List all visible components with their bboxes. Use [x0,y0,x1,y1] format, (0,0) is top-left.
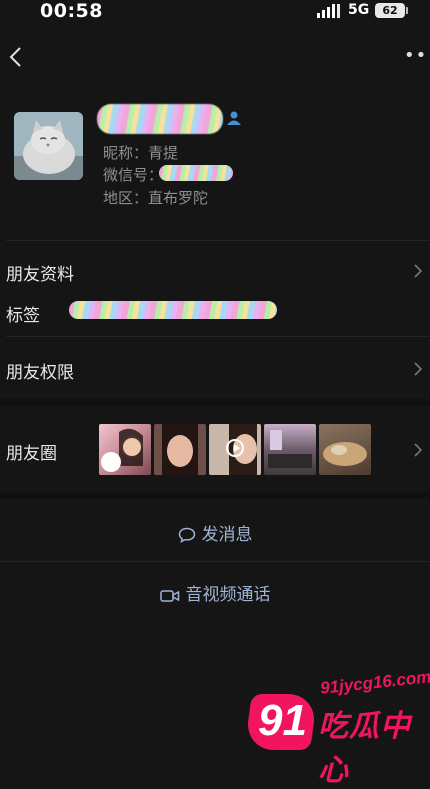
nickname-line: 昵称：青提 [103,144,179,162]
divider [6,240,430,241]
redacted-wechat-id [159,165,233,181]
watermark-brand: 吃瓜中心 [318,709,411,788]
battery-tip [406,7,408,14]
audio-video-call-label: 音视频通话 [185,585,271,605]
more-icon[interactable]: ••• [404,46,430,66]
moment-photo[interactable] [99,424,151,475]
friend-info-label[interactable]: 朋友资料 [6,260,74,285]
moments-label[interactable]: 朋友圈 [6,439,57,464]
network-label: 5G [348,2,370,18]
divider [6,336,430,337]
watermark-number: 91 [258,696,307,745]
moment-photo[interactable] [319,424,371,475]
status-time: 00:58 [40,0,103,22]
back-icon[interactable] [8,46,24,68]
moment-photo[interactable] [264,424,316,475]
moment-photo[interactable] [154,424,206,475]
region-line: 地区：直布罗陀 [103,189,209,207]
chevron-right-icon [412,263,424,279]
avatar[interactable] [14,112,83,180]
audio-video-call-button[interactable]: 音视频通话 [0,580,430,608]
section-gap [0,399,430,406]
redacted-tags [69,301,277,319]
section-gap [0,492,430,499]
signal-icon [317,4,341,18]
divider [0,561,430,562]
send-message-button[interactable]: 发消息 [0,520,430,548]
send-message-label: 发消息 [201,525,253,545]
friend-permissions-label[interactable]: 朋友权限 [6,358,74,383]
chat-bubble-icon [178,527,196,548]
tags-label: 标签 [6,306,40,326]
video-camera-icon [159,588,180,608]
person-icon [226,110,242,126]
chevron-right-icon [412,442,424,458]
redacted-name [97,104,223,134]
chevron-right-icon [412,361,424,377]
battery-icon: 62 [375,3,405,18]
watermark-url: 91jycg16.com [319,667,430,698]
play-icon [226,439,244,457]
wechat-id-line: 微信号： [103,166,164,184]
